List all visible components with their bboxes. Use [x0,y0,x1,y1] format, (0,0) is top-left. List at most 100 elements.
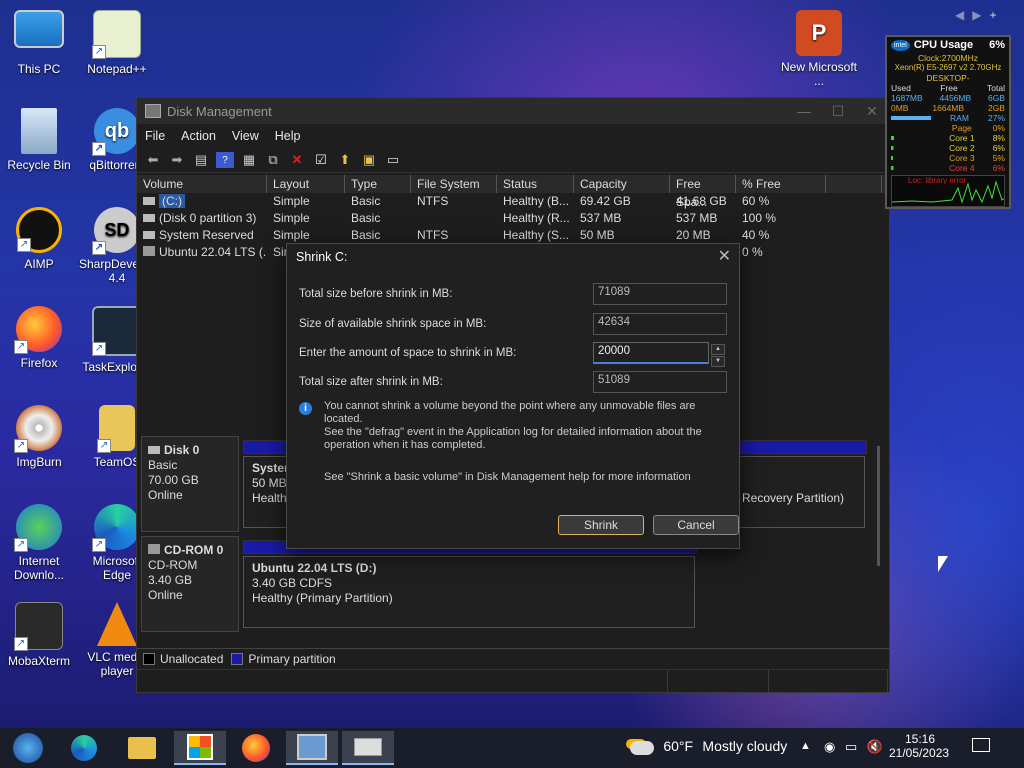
chevron-left-icon[interactable]: ◀ [955,8,972,22]
folder-icon: ↗ [97,405,135,453]
chevron-up-icon[interactable]: ▲ [711,344,725,355]
menu-file[interactable]: File [137,129,173,143]
available-label: Size of available shrink space in MB: [299,318,487,330]
window-titlebar[interactable]: Disk Management — ☐ ✕ [137,98,889,124]
vertical-scrollbar[interactable] [877,446,880,566]
forward-arrow-icon[interactable]: ➡ [168,152,186,168]
table-row[interactable]: (Disk 0 partition 3) Simple Basic Health… [137,210,889,227]
desktop-icon-idm[interactable]: ↗ Internet Downlo... [0,504,78,582]
menu-bar: File Action View Help [137,124,889,148]
column-volume[interactable]: Volume [137,175,267,193]
taskbar-edge[interactable] [58,731,110,765]
menu-help[interactable]: Help [267,129,309,143]
column-capacity[interactable]: Capacity [574,175,670,193]
shrink-amount-stepper[interactable]: ▲ ▼ [711,344,725,367]
desktop-icon-mobaxterm[interactable]: ↗ MobaXterm [0,602,78,668]
available-field: 42634 [593,313,727,335]
column-percent-free[interactable]: % Free [736,175,826,193]
desktop-icon-this-pc[interactable]: This PC [0,10,78,76]
dialog-titlebar[interactable]: Shrink C: ✕ [287,244,739,270]
column-free-space[interactable]: Free Spa... [670,175,736,209]
start-button[interactable] [2,731,54,765]
clock-date: 21/05/2023 [889,746,950,760]
back-arrow-icon[interactable]: ⬅ [144,152,162,168]
plus-icon[interactable]: + [989,8,1004,22]
camera-icon[interactable]: ◉ [824,739,835,754]
partition-ubuntu-cd[interactable]: Ubuntu 22.04 LTS (D:) 3.40 GB CDFS Healt… [243,556,695,628]
row-label: Core 1 [949,133,975,143]
desktop-icon-label: Internet Downlo... [13,554,65,582]
desktop-icon-aimp[interactable]: ↗ AIMP [0,207,78,271]
maximize-icon[interactable]: ☐ [821,103,855,120]
disk-drive-icon [354,738,382,756]
taskbar-store[interactable] [174,731,226,765]
shrink-dialog[interactable]: Shrink C: ✕ Total size before shrink in … [286,243,740,549]
volume-muted-icon[interactable]: 🔇 [867,739,883,754]
aimp-icon: ↗ [16,207,62,253]
ram-used: 1687MB [891,93,923,103]
column-layout[interactable]: Layout [267,175,345,193]
cpu-title: CPU Usage [913,39,974,51]
shrink-button[interactable]: Shrink [558,515,644,535]
row-value: 0% [992,123,1005,133]
row-label: Page [951,123,972,133]
cdrom-name: CD-ROM 0 [164,543,224,557]
connect-icon[interactable]: ⧉ [264,152,282,168]
console-tree-icon[interactable]: ▤ [192,152,210,168]
partition-name: Ubuntu 22.04 LTS (D:) [252,561,377,575]
chevron-down-icon[interactable]: ▼ [711,356,725,367]
minimize-icon[interactable]: — [787,103,821,120]
clock[interactable]: 15:16 21/05/2023 [889,732,949,760]
volume-name: Ubuntu 22.04 LTS (... [159,245,267,259]
delete-icon[interactable]: ✕ [288,152,306,168]
shrink-amount-input[interactable]: 20000 [593,342,709,364]
qbittorrent-icon: qb ↗ [92,108,140,156]
taskbar-computer-management[interactable] [286,731,338,765]
help-icon[interactable]: ? [216,152,234,168]
menu-action[interactable]: Action [173,129,224,143]
taskbar-disk-management[interactable] [342,731,394,765]
column-file-system[interactable]: File System [411,175,497,193]
volume-type: Basic [351,211,381,225]
close-icon[interactable]: ✕ [855,103,889,120]
weather-widget[interactable]: 60°F Mostly cloudy [630,738,787,755]
disk-0-label[interactable]: Disk 0 Basic 70.00 GB Online [141,436,239,532]
column-type[interactable]: Type [345,175,411,193]
status-pane [137,670,668,692]
partition-recovery[interactable]: Recovery Partition) [733,456,865,528]
volume-name: System Reserved [159,228,254,242]
column-status[interactable]: Status [497,175,574,193]
cloud-sun-icon [630,740,654,755]
desktop-icon-notepadpp[interactable]: ↗ Notepad++ [78,10,156,76]
intel-logo-icon: intel [891,39,910,51]
volume-free: 41.68 GB [676,194,727,208]
page-total: 2GB [987,103,1005,113]
folder-search-icon[interactable]: ▣ [360,152,378,168]
row-value: 5% [992,153,1005,163]
table-row[interactable]: (C:) Simple Basic NTFS Healthy (B... 69.… [137,193,889,210]
row-value: 8% [992,133,1005,143]
notifications-button[interactable] [972,738,990,755]
checklist-icon[interactable]: ☑ [312,152,330,168]
close-icon[interactable]: ✕ [718,244,731,270]
folder-up-icon[interactable]: ⬆ [336,152,354,168]
menu-view[interactable]: View [224,129,267,143]
list-view-icon[interactable]: ▭ [384,152,402,168]
taskbar-file-explorer[interactable] [116,731,168,765]
partition-status: Healthy (Primary Partition) [252,591,393,605]
cpu-usage-gadget[interactable]: intel CPU Usage 6% Clock:2700MHz Xeon(R)… [885,35,1011,209]
volume-layout: Simple [273,194,310,208]
desktop-icon-firefox[interactable]: ↗ Firefox [0,306,78,370]
show-hidden-icons-button[interactable]: ▲ [800,740,811,752]
desktop-icon-recycle-bin[interactable]: Recycle Bin [0,108,78,172]
bar-page [891,123,931,133]
cdrom-0-label[interactable]: CD-ROM 0 CD-ROM 3.40 GB Online [141,536,239,632]
chevron-right-icon[interactable]: ▶ [972,8,989,22]
properties-icon[interactable]: ▦ [240,152,258,168]
table-row[interactable]: System Reserved Simple Basic NTFS Health… [137,227,889,244]
cancel-button[interactable]: Cancel [653,515,739,535]
network-icon[interactable]: ▭ [845,739,857,754]
desktop-icon-imgburn[interactable]: ↗ ImgBurn [0,405,78,469]
taskbar-firefox[interactable] [230,731,282,765]
desktop-icon-powerpoint[interactable]: P New Microsoft ... [780,10,858,88]
